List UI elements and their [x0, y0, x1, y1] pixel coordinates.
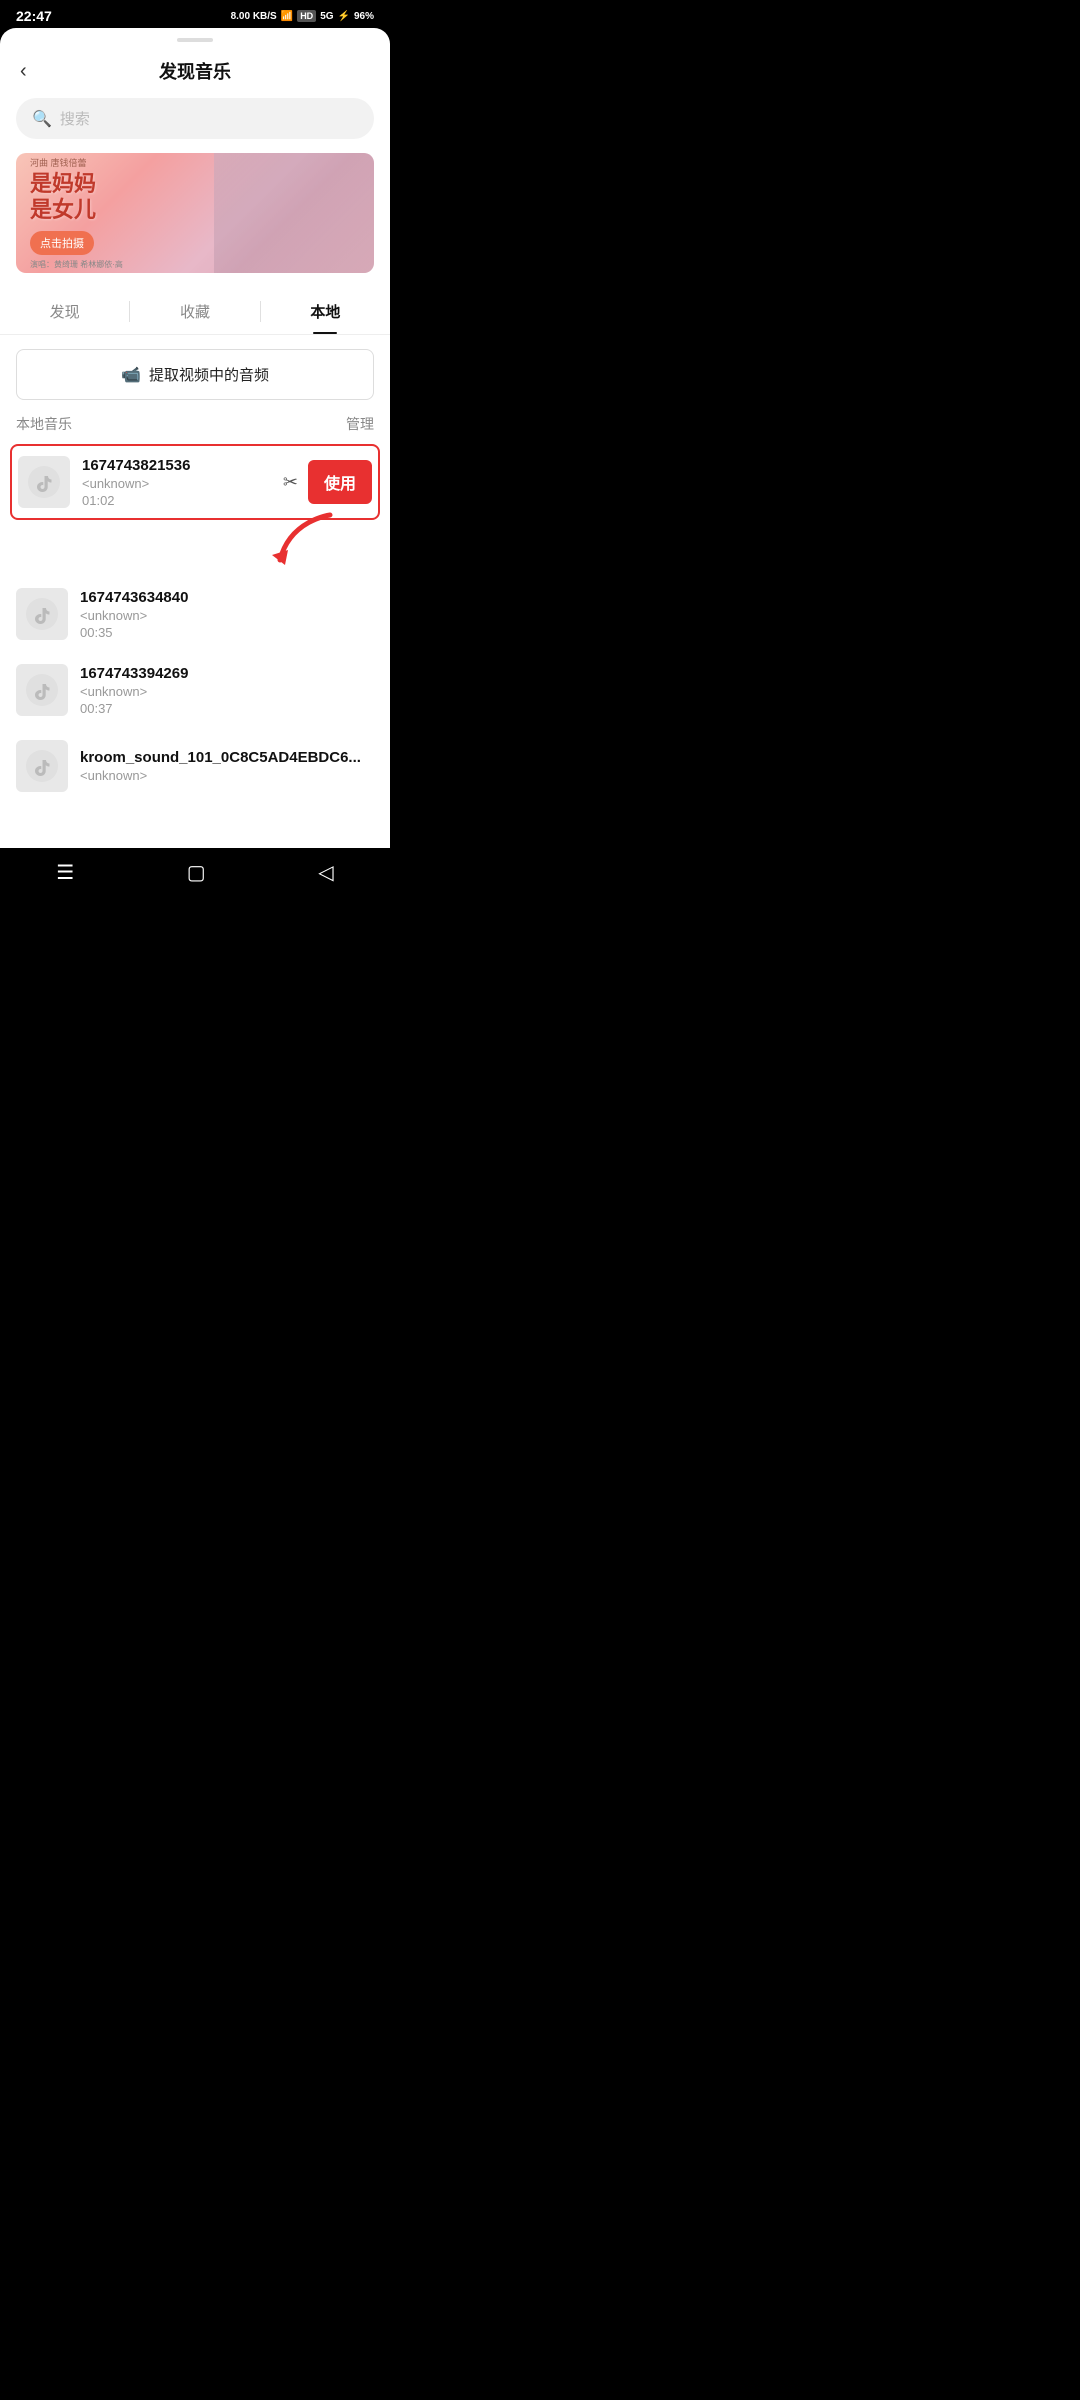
music-item-2[interactable]: 1674743634840 <unknown> 00:35 [10, 576, 380, 652]
scissors-icon-1[interactable]: ✂ [283, 472, 298, 493]
nav-menu-icon[interactable]: ☰ [56, 860, 74, 885]
section-title: 本地音乐 [16, 414, 72, 434]
banner-singer: 演唱：黄绮珊 希林娜依·高 [30, 259, 123, 270]
music-artist-4: <unknown> [80, 768, 374, 783]
search-icon: 🔍 [32, 109, 52, 129]
hd-badge: HD [297, 10, 316, 22]
status-icons: 8.00 KB/S 📶 HD 5G ⚡ 96% [231, 10, 374, 22]
banner-subtitle-top: 河曲 唐钱倍蕾 [30, 156, 123, 169]
banner-text: 河曲 唐钱倍蕾 是妈妈 是女儿 点击拍摄 演唱：黄绮珊 希林娜依·高 [16, 153, 123, 273]
music-artist-3: <unknown> [80, 684, 374, 699]
music-name-4: kroom_sound_101_0C8C5AD4EBDC6... [80, 749, 374, 766]
status-time: 22:47 [16, 8, 52, 24]
music-name-1: 1674743821536 [82, 457, 271, 474]
drag-handle-bar [177, 38, 213, 42]
music-info-2: 1674743634840 <unknown> 00:35 [80, 589, 374, 640]
manage-button[interactable]: 管理 [346, 414, 374, 434]
section-header: 本地音乐 管理 [0, 414, 390, 444]
music-item-4[interactable]: kroom_sound_101_0C8C5AD4EBDC6... <unknow… [10, 728, 380, 804]
music-actions-1: ✂ 使用 [283, 460, 372, 504]
extract-label: 提取视频中的音频 [149, 364, 269, 385]
extract-icon: 📹 [121, 365, 141, 385]
back-button[interactable]: ‹ [20, 60, 27, 83]
music-name-2: 1674743634840 [80, 589, 374, 606]
banner[interactable]: 河曲 唐钱倍蕾 是妈妈 是女儿 点击拍摄 演唱：黄绮珊 希林娜依·高 [16, 153, 374, 273]
music-info-3: 1674743394269 <unknown> 00:37 [80, 665, 374, 716]
search-bar[interactable]: 🔍 搜索 [16, 98, 374, 139]
nav-back-icon[interactable]: ◁ [318, 860, 333, 885]
tab-discover[interactable]: 发现 [0, 289, 129, 334]
search-placeholder: 搜索 [60, 108, 90, 129]
music-thumb-1 [18, 456, 70, 508]
battery-level: 96% [354, 11, 374, 22]
music-duration-1: 01:02 [82, 493, 271, 508]
music-artist-2: <unknown> [80, 608, 374, 623]
music-thumb-2 [16, 588, 68, 640]
tab-collection[interactable]: 收藏 [130, 289, 259, 334]
main-sheet: ‹ 发现音乐 🔍 搜索 河曲 唐钱倍蕾 是妈妈 是女儿 点击拍摄 演唱：黄绮珊 … [0, 28, 390, 848]
music-name-3: 1674743394269 [80, 665, 374, 682]
nav-home-icon[interactable]: ▢ [187, 860, 206, 885]
drag-handle[interactable] [0, 28, 390, 48]
music-thumb-4 [16, 740, 68, 792]
status-bar: 22:47 8.00 KB/S 📶 HD 5G ⚡ 96% [0, 0, 390, 28]
extract-audio-button[interactable]: 📹 提取视频中的音频 [16, 349, 374, 400]
music-list: 1674743821536 <unknown> 01:02 ✂ 使用 [0, 444, 390, 804]
speed-indicator: 8.00 KB/S [231, 11, 277, 22]
page-header: ‹ 发现音乐 [0, 48, 390, 98]
banner-shoot-button[interactable]: 点击拍摄 [30, 231, 94, 255]
use-button-1[interactable]: 使用 [308, 460, 372, 504]
banner-image [214, 153, 374, 273]
music-thumb-3 [16, 664, 68, 716]
banner-title-line2: 是女儿 [30, 197, 123, 223]
arrow-svg [260, 510, 340, 570]
tabs-container: 发现 收藏 本地 [0, 289, 390, 335]
music-info-1: 1674743821536 <unknown> 01:02 [82, 457, 271, 508]
music-artist-1: <unknown> [82, 476, 271, 491]
music-item-1[interactable]: 1674743821536 <unknown> 01:02 ✂ 使用 [10, 444, 380, 520]
banner-title-line1: 是妈妈 [30, 171, 123, 197]
music-item-wrapper-1: 1674743821536 <unknown> 01:02 ✂ 使用 [10, 444, 380, 570]
bottom-nav: ☰ ▢ ◁ [0, 848, 390, 905]
arrow-annotation [10, 510, 380, 570]
signal-icon: 5G [320, 11, 333, 22]
music-info-4: kroom_sound_101_0C8C5AD4EBDC6... <unknow… [80, 749, 374, 783]
music-duration-3: 00:37 [80, 701, 374, 716]
music-duration-2: 00:35 [80, 625, 374, 640]
wifi-icon: 📶 [281, 11, 293, 22]
tab-local[interactable]: 本地 [261, 289, 390, 334]
music-item-3[interactable]: 1674743394269 <unknown> 00:37 [10, 652, 380, 728]
battery-icon: ⚡ [338, 11, 350, 22]
page-title: 发现音乐 [159, 58, 231, 84]
